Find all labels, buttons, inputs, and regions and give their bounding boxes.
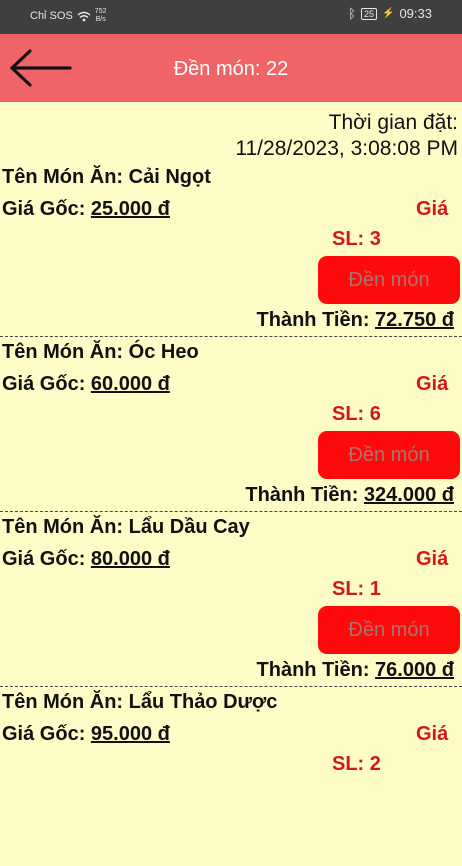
dish-item: Tên Món Ăn: Óc Heo Giá Gốc: 60.000 đ Giá… [0,341,462,516]
carrier-text: Chỉ SOS [30,10,73,22]
serve-dish-button[interactable]: Đền món [318,431,460,479]
quantity: SL: 1 [332,578,381,600]
original-price-value: 95.000 đ [90,723,170,745]
original-price-label: Giá Gốc: [2,723,91,745]
original-price-value: 80.000 đ [90,548,170,570]
bluetooth-icon: ᛒ [348,6,356,21]
original-price: Giá Gốc: 60.000 đ [2,373,170,396]
original-price-value: 60.000 đ [90,373,170,395]
quantity: SL: 3 [332,228,381,250]
order-time-label: Thời gian đặt: [328,111,458,134]
serve-dish-button[interactable]: Đền món [318,256,460,304]
line-total: Thành Tiền: 324.000 đ [245,484,454,507]
line-total-value: 76.000 đ [375,659,454,681]
line-total-label: Thành Tiền: [256,309,376,331]
original-price: Giá Gốc: 25.000 đ [2,198,170,221]
line-total-value: 72.750 đ [375,309,454,331]
original-price-label: Giá Gốc: [2,548,91,570]
clock-text: 09:33 [399,6,432,21]
order-time-block: Thời gian đặt: 11/28/2023, 3:08:08 PM [235,110,458,162]
line-total-label: Thành Tiền: [256,659,376,681]
original-price-label: Giá Gốc: [2,198,91,220]
serve-dish-button[interactable]: Đền món [318,606,460,654]
dish-item: Tên Món Ăn: Lẩu Thảo Dược Giá Gốc: 95.00… [0,691,462,811]
dish-name: Tên Món Ăn: Lẩu Thảo Dược [2,691,278,713]
original-price-label: Giá Gốc: [2,373,91,395]
quantity: SL: 2 [332,753,381,775]
discount-price: Giá [416,548,449,570]
app-header: Đền món: 22 [0,34,462,102]
original-price: Giá Gốc: 80.000 đ [2,548,170,571]
item-divider [0,686,462,687]
quantity: SL: 6 [332,403,381,425]
original-price-value: 25.000 đ [90,198,170,220]
net-speed-unit: B/s [95,16,106,23]
line-total: Thành Tiền: 76.000 đ [257,659,454,682]
dish-item: Tên Món Ăn: Lẩu Dầu Cay Giá Gốc: 80.000 … [0,516,462,691]
status-left: Chỉ SOS 752 B/s [30,8,106,24]
line-total-label: Thành Tiền: [245,484,364,506]
dish-name: Tên Món Ăn: Lẩu Dầu Cay [2,516,250,538]
order-time-value: 11/28/2023, 3:08:08 PM [235,137,458,160]
status-bar: Chỉ SOS 752 B/s ᛒ 25 ⚡ 09:33 [0,0,462,34]
line-total-value: 324.000 đ [363,484,454,506]
status-right: ᛒ 25 ⚡ 09:33 [348,6,432,21]
dish-item: Tên Món Ăn: Cải Ngọt Giá Gốc: 25.000 đ G… [0,166,462,341]
discount-price: Giá [416,198,449,220]
net-speed: 752 B/s [95,8,107,24]
item-divider [0,336,462,337]
item-divider [0,511,462,512]
line-total: Thành Tiền: 72.750 đ [257,309,454,332]
original-price: Giá Gốc: 95.000 đ [2,723,170,746]
dish-name: Tên Món Ăn: Óc Heo [2,341,199,363]
discount-price: Giá [416,373,449,395]
net-speed-value: 752 [94,8,107,15]
discount-price: Giá [416,723,449,745]
dish-name: Tên Món Ăn: Cải Ngọt [2,166,211,188]
page-title: Đền món: 22 [173,58,289,80]
order-content: Thời gian đặt: 11/28/2023, 3:08:08 PM Tê… [0,102,462,866]
charging-icon: ⚡ [382,8,395,19]
wifi-icon [77,11,91,21]
battery-icon: 25 [360,7,377,20]
